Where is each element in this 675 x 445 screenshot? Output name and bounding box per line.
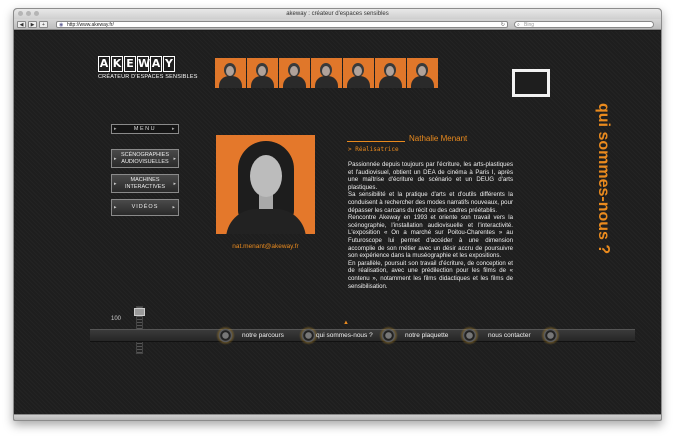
menu-item-label: VIDÉOS <box>131 204 159 210</box>
globe-icon: ◉ <box>59 22 64 28</box>
profile-role: > Réalisatrice <box>348 146 399 153</box>
logo-letter: A <box>150 56 162 72</box>
logo-letter: Y <box>163 56 175 72</box>
profile-name: Nathalie Menant <box>409 134 468 143</box>
menu-item-videos[interactable]: ▸ VIDÉOS ▸ <box>111 199 179 216</box>
menu-header: MENU <box>111 124 179 134</box>
search-placeholder: Bing <box>524 22 535 28</box>
reload-icon[interactable]: ↻ <box>501 22 505 28</box>
profile-portrait <box>216 135 315 234</box>
team-member-photo[interactable] <box>215 58 246 88</box>
team-member-photo[interactable] <box>279 58 310 88</box>
active-marker-icon: ▲ <box>343 320 349 326</box>
nav-bullet-icon <box>216 326 235 345</box>
volume-level-label: 100 <box>111 316 122 322</box>
menu-item-machines[interactable]: ▸ MACHINES INTERACTIVES ▸ <box>111 174 179 193</box>
nav-qui-sommes-nous[interactable]: qui sommes-nous ? <box>316 329 373 342</box>
zoom-window-button[interactable] <box>34 11 39 16</box>
logo-letters: A K E W A Y <box>98 56 198 72</box>
nav-nous-contacter[interactable]: nous contacter <box>488 329 531 342</box>
arrow-right-icon: ▸ <box>114 155 117 162</box>
bio-paragraph: Rencontre Akeway en 1993 et oriente son … <box>348 214 513 260</box>
menu-item-label: MACHINES INTERACTIVES <box>124 177 166 190</box>
arrow-right-icon: ▸ <box>114 204 118 210</box>
video-frame-box[interactable] <box>512 69 550 97</box>
browser-toolbar: ◀ ▶ + ◉ http://www.akeway.fr/ ↻ ⌕ Bing <box>14 19 661 30</box>
nav-bullet-icon <box>379 326 398 345</box>
close-window-button[interactable] <box>18 11 23 16</box>
team-member-photo[interactable] <box>343 58 374 88</box>
profile-bio: Passionnée depuis toujours par l'écritur… <box>348 161 513 290</box>
name-divider <box>347 141 405 142</box>
team-member-photo[interactable] <box>407 58 438 88</box>
arrow-right-icon: ▸ <box>114 180 117 187</box>
arrow-right-icon: ▸ <box>173 180 176 187</box>
logo-letter: W <box>137 56 151 72</box>
add-bookmark-button[interactable]: + <box>39 20 48 28</box>
bio-paragraph: Passionnée depuis toujours par l'écritur… <box>348 161 513 191</box>
team-strip <box>215 58 438 88</box>
volume-slider-knob[interactable] <box>134 308 145 316</box>
team-member-photo[interactable] <box>247 58 278 88</box>
arrow-right-icon: ▸ <box>173 155 176 162</box>
menu-item-label: SCÉNOGRAPHIES AUDIOVISUELLES <box>121 152 169 165</box>
profile-email-link[interactable]: nat.menant@akeway.fr <box>216 243 315 250</box>
forward-button[interactable]: ▶ <box>28 20 37 28</box>
search-icon: ⌕ <box>517 22 520 28</box>
back-button[interactable]: ◀ <box>17 20 26 28</box>
akeway-logo[interactable]: A K E W A Y CRÉATEUR D'ESPACES SENSIBLES <box>98 56 198 80</box>
browser-window: akeway : créateur d'espaces sensibles ◀ … <box>13 8 662 421</box>
window-titlebar: akeway : créateur d'espaces sensibles <box>14 9 661 19</box>
logo-letter: E <box>124 56 136 72</box>
section-title: qui sommes-nous ? <box>595 103 612 255</box>
nav-notre-plaquette[interactable]: notre plaquette <box>405 329 448 342</box>
minimize-window-button[interactable] <box>26 11 31 16</box>
logo-tagline: CRÉATEUR D'ESPACES SENSIBLES <box>98 74 198 80</box>
logo-letter: A <box>98 56 110 72</box>
arrow-right-icon: ▸ <box>172 204 176 210</box>
window-controls <box>18 11 39 16</box>
nav-bullet-icon <box>460 326 479 345</box>
team-member-photo[interactable] <box>375 58 406 88</box>
logo-letter: K <box>111 56 123 72</box>
search-field[interactable]: ⌕ Bing <box>514 21 654 28</box>
browser-statusbar <box>14 414 661 420</box>
web-page: A K E W A Y CRÉATEUR D'ESPACES SENSIBLES… <box>14 31 661 415</box>
window-title: akeway : créateur d'espaces sensibles <box>286 11 389 17</box>
team-member-photo[interactable] <box>311 58 342 88</box>
url-text: http://www.akeway.fr/ <box>67 22 114 28</box>
nav-notre-parcours[interactable]: notre parcours <box>242 329 284 342</box>
menu-item-scenographies[interactable]: ▸ SCÉNOGRAPHIES AUDIOVISUELLES ▸ <box>111 149 179 168</box>
nav-bullet-icon <box>541 326 560 345</box>
bio-paragraph: Sa sensibilité et la pratique d'arts et … <box>348 191 513 214</box>
url-field[interactable]: ◉ http://www.akeway.fr/ ↻ <box>56 21 508 28</box>
bio-paragraph: En parallèle, poursuit son travail d'écr… <box>348 259 513 290</box>
